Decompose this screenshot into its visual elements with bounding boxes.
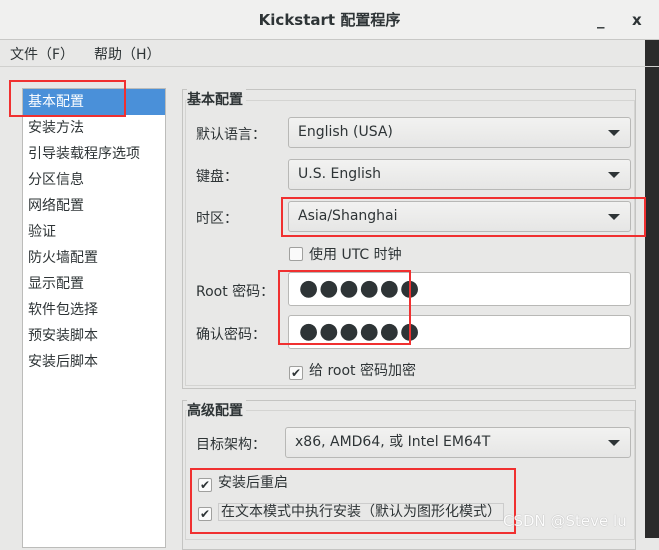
sidebar-item-auth[interactable]: 验证 xyxy=(23,219,165,245)
check-icon: ✔ xyxy=(289,366,303,380)
keyboard-label: 键盘： xyxy=(196,169,238,185)
menu-bar: 文件（F） 帮助（H） xyxy=(0,41,659,67)
sidebar-list: 基本配置 安装方法 引导装载程序选项 分区信息 网络配置 验证 防火墙配置 显示… xyxy=(22,88,166,548)
highlight-box xyxy=(278,270,411,345)
minimize-button[interactable]: _ xyxy=(597,0,605,40)
chevron-down-icon xyxy=(608,130,620,136)
sidebar-item-partition[interactable]: 分区信息 xyxy=(23,167,165,193)
sidebar-item-display[interactable]: 显示配置 xyxy=(23,271,165,297)
sidebar-item-post-script[interactable]: 安装后脚本 xyxy=(23,349,165,375)
sidebar-item-packages[interactable]: 软件包选择 xyxy=(23,297,165,323)
menu-file[interactable]: 文件（F） xyxy=(10,44,74,64)
highlight-box xyxy=(9,80,126,117)
keyboard-select[interactable]: U.S. English xyxy=(288,159,631,190)
arch-select[interactable]: x86, AMD64, 或 Intel EM64T xyxy=(285,427,631,458)
keyboard-value: U.S. English xyxy=(298,166,382,182)
watermark: CSDN @Steve lu xyxy=(503,512,627,530)
background-edge xyxy=(645,40,659,538)
language-value: English (USA) xyxy=(298,124,393,140)
chevron-down-icon xyxy=(608,172,620,178)
advanced-config-legend: 高级配置 xyxy=(187,400,246,420)
encrypt-root-checkbox[interactable]: ✔ 给 root 密码加密 xyxy=(289,360,416,380)
checkbox-icon xyxy=(289,247,303,261)
highlight-box xyxy=(190,468,516,534)
chevron-down-icon xyxy=(608,440,620,446)
title-bar: Kickstart 配置程序 xyxy=(0,0,659,40)
sidebar-item-install-method[interactable]: 安装方法 xyxy=(23,115,165,141)
language-label: 默认语言： xyxy=(196,127,266,143)
confirm-password-label: 确认密码： xyxy=(196,327,266,343)
sidebar-item-bootloader[interactable]: 引导装载程序选项 xyxy=(23,141,165,167)
close-button[interactable]: x xyxy=(632,0,642,40)
arch-value: x86, AMD64, 或 Intel EM64T xyxy=(295,434,491,450)
utc-checkbox[interactable]: 使用 UTC 时钟 xyxy=(289,244,402,264)
menu-help[interactable]: 帮助（H） xyxy=(94,44,161,64)
root-password-label: Root 密码： xyxy=(196,284,275,300)
sidebar-item-network[interactable]: 网络配置 xyxy=(23,193,165,219)
arch-label: 目标架构： xyxy=(196,437,266,453)
sidebar-item-pre-script[interactable]: 预安装脚本 xyxy=(23,323,165,349)
highlight-box xyxy=(281,197,646,237)
sidebar-item-firewall[interactable]: 防火墙配置 xyxy=(23,245,165,271)
utc-label: 使用 UTC 时钟 xyxy=(309,247,402,263)
language-select[interactable]: English (USA) xyxy=(288,117,631,148)
window-title: Kickstart 配置程序 xyxy=(258,11,401,29)
timezone-label: 时区： xyxy=(196,211,238,227)
encrypt-root-label: 给 root 密码加密 xyxy=(309,363,416,379)
basic-config-legend: 基本配置 xyxy=(187,89,246,109)
